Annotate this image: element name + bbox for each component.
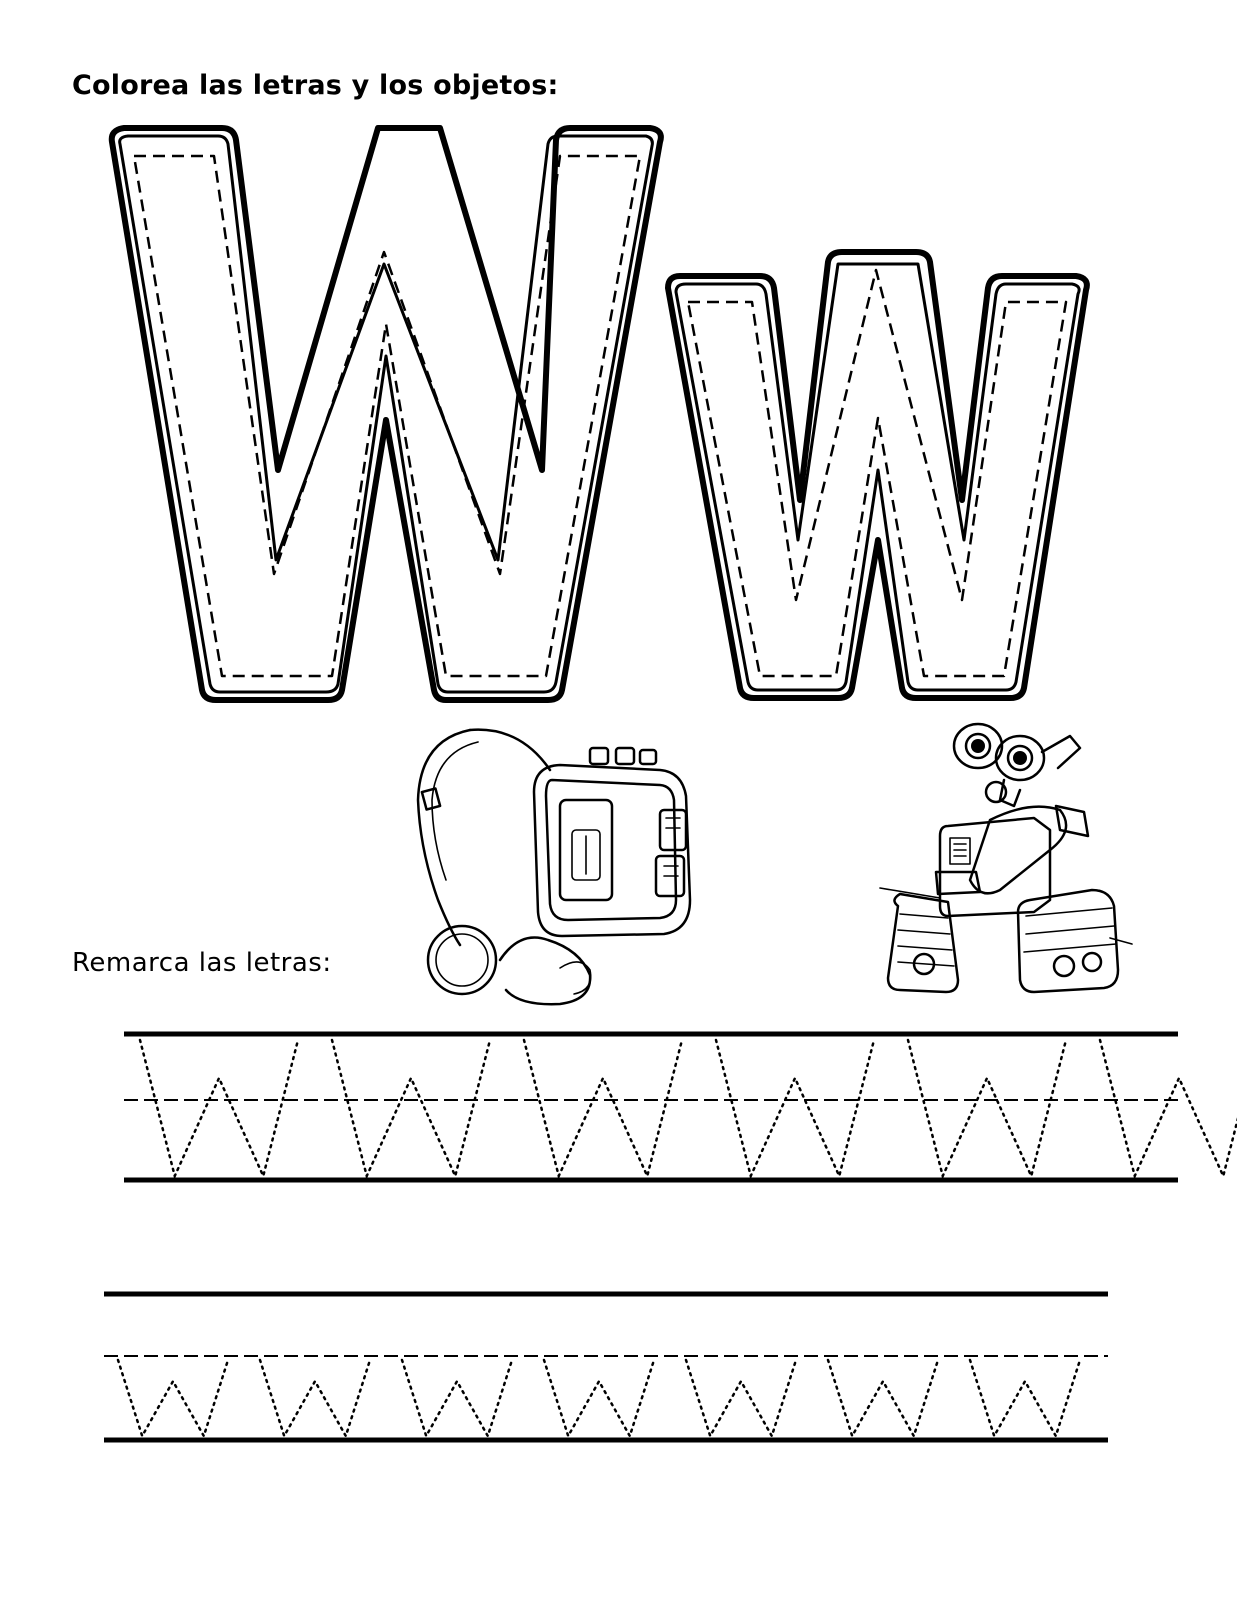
uppercase-w-trace <box>522 1038 684 1180</box>
uppercase-w-trace <box>330 1038 492 1180</box>
lowercase-w-trace <box>258 1358 372 1440</box>
lowercase-w-trace <box>968 1358 1082 1440</box>
uppercase-w-trace <box>1098 1038 1237 1180</box>
walkman-illustration <box>416 728 692 1006</box>
lowercase-w-trace <box>684 1358 798 1440</box>
worksheet-artwork <box>104 125 1237 1443</box>
uppercase-w-trace <box>138 1038 300 1180</box>
lowercase-w-outline <box>665 249 1090 701</box>
lowercase-w-trace <box>116 1358 230 1440</box>
uppercase-w-trace <box>906 1038 1068 1180</box>
robot-illustration <box>879 722 1133 994</box>
lowercase-w-trace <box>826 1358 940 1440</box>
lowercase-w-trace <box>400 1358 514 1440</box>
uppercase-w-outline <box>108 125 664 703</box>
uppercase-w-trace <box>714 1038 876 1180</box>
uppercase-tracing-row <box>124 1031 1237 1183</box>
lowercase-tracing-row <box>104 1291 1108 1443</box>
lowercase-w-trace <box>542 1358 656 1440</box>
